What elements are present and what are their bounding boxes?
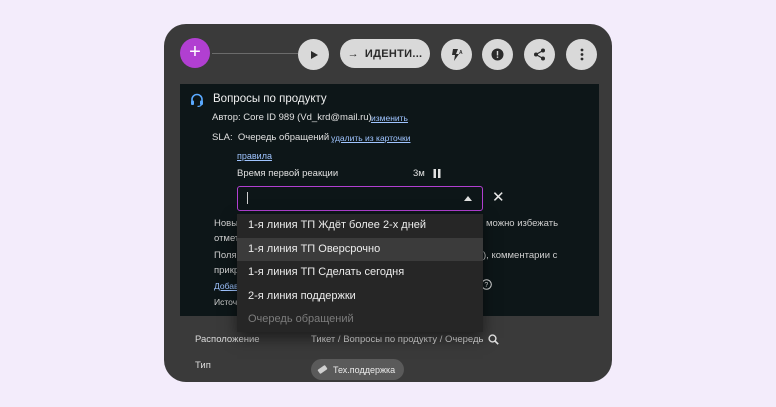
location-value: Тикет / Вопросы по продукту / Очередь bbox=[311, 334, 484, 345]
dropdown-option[interactable]: 2-я линия поддержки bbox=[237, 285, 483, 309]
play-button[interactable] bbox=[298, 39, 329, 70]
share-button[interactable] bbox=[524, 39, 555, 70]
clear-icon[interactable]: ✕ bbox=[492, 188, 505, 206]
text-source: Источ bbox=[214, 297, 238, 307]
dropdown-option[interactable]: 1-я линия ТП Овер­срочно bbox=[237, 237, 483, 261]
sla-value: Очередь обращений bbox=[237, 132, 330, 143]
ticket-title: Вопросы по продукту bbox=[213, 93, 327, 105]
add-link[interactable]: Добав bbox=[214, 281, 239, 291]
play-icon bbox=[310, 50, 318, 59]
text-caret bbox=[247, 192, 248, 204]
sla-queue-dropdown: 1-я линия ТП Ждёт более 2-х дней 1-я лин… bbox=[237, 214, 483, 332]
chevron-up-icon[interactable] bbox=[464, 196, 472, 201]
type-chip[interactable]: Тех.поддержка bbox=[311, 359, 405, 380]
flash-auto-button[interactable]: A bbox=[441, 39, 472, 70]
sla-queue-select[interactable] bbox=[237, 186, 483, 211]
text-fields-right: ), комментарии с bbox=[483, 250, 558, 261]
first-response-value: 3м bbox=[413, 168, 425, 179]
location-label: Расположение bbox=[195, 334, 260, 345]
more-button[interactable] bbox=[566, 39, 597, 70]
more-vert-icon bbox=[580, 48, 583, 61]
author-label: Автор: bbox=[212, 112, 241, 123]
search-icon[interactable] bbox=[488, 334, 499, 345]
add-button[interactable]: + bbox=[180, 38, 210, 68]
rules-link[interactable]: правила bbox=[237, 151, 272, 161]
dropdown-option[interactable]: 1-я линия ТП Сделать сегодня bbox=[237, 261, 483, 285]
text-otmet: отмет bbox=[214, 233, 240, 244]
toolbar-track bbox=[212, 53, 298, 54]
svg-text:A: A bbox=[459, 50, 463, 56]
identify-button[interactable]: → ИДЕНТИ... bbox=[340, 39, 430, 68]
flash-auto-icon: A bbox=[451, 48, 463, 61]
alert-button[interactable] bbox=[482, 39, 513, 70]
arrow-right-icon: → bbox=[347, 47, 359, 60]
sla-remove-link[interactable]: удалить из карточки bbox=[331, 133, 410, 143]
text-new-right: можно избежать bbox=[486, 218, 559, 229]
pause-icon[interactable] bbox=[433, 169, 441, 178]
text-fields-left: Поля bbox=[214, 250, 237, 261]
author-change-link[interactable]: изменить bbox=[371, 113, 408, 123]
author-row: Автор: Core ID 989 (Vd_krd@mail.ru) bbox=[212, 112, 372, 123]
svg-text:?: ? bbox=[484, 282, 488, 289]
identify-button-label: ИДЕНТИ... bbox=[364, 47, 423, 60]
ticket-icon bbox=[317, 365, 328, 374]
alert-icon bbox=[491, 48, 504, 61]
type-label: Тип bbox=[195, 360, 211, 371]
text-prikr: прикр bbox=[214, 265, 240, 276]
text-new-left: Новы bbox=[214, 218, 239, 229]
type-chip-label: Тех.поддержка bbox=[333, 364, 396, 375]
author-value: Core ID 989 (Vd_krd@mail.ru) bbox=[243, 112, 372, 123]
first-response-label: Время первой реакции bbox=[237, 168, 339, 179]
dropdown-option-disabled: Очередь обращений bbox=[248, 313, 354, 325]
dropdown-option[interactable]: 1-я линия ТП Ждёт более 2-х дней bbox=[237, 214, 483, 238]
headset-icon bbox=[191, 93, 203, 107]
sla-row: SLA: Очередь обращений bbox=[212, 132, 329, 143]
sla-label: SLA: bbox=[212, 132, 233, 143]
share-icon bbox=[534, 48, 545, 61]
